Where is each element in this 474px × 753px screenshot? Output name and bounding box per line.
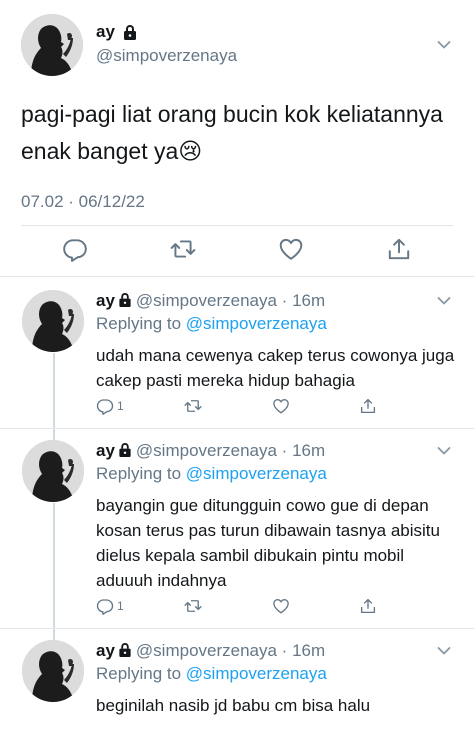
retweet-icon[interactable]	[184, 396, 202, 416]
avatar[interactable]	[22, 440, 84, 502]
display-name[interactable]: ay	[96, 641, 115, 660]
lock-icon	[118, 442, 132, 457]
reply-icon[interactable]	[62, 236, 88, 262]
chevron-down-icon[interactable]	[437, 40, 451, 50]
replying-to-handle[interactable]: @simpoverzenaya	[186, 314, 327, 333]
replying-to-label: Replying to	[96, 314, 182, 333]
replying-to-label: Replying to	[96, 464, 182, 483]
replying-to-handle[interactable]: @simpoverzenaya	[186, 664, 327, 683]
chevron-down-icon[interactable]	[437, 646, 451, 656]
handle-time[interactable]: @simpoverzenaya · 16m	[136, 641, 325, 660]
display-name[interactable]: ay	[96, 22, 115, 42]
like-icon[interactable]	[272, 396, 290, 416]
reply-icon	[96, 597, 114, 615]
username[interactable]: @simpoverzenaya	[96, 46, 237, 66]
avatar[interactable]	[22, 640, 84, 702]
reply-count: 1	[117, 399, 124, 413]
like-icon[interactable]	[272, 596, 290, 616]
divider	[0, 628, 474, 629]
tweet-text: beginilah nasib jd babu cm bisa halu	[96, 696, 371, 715]
tweet-text: udah mana cewenya cakep terus cowonya ju…	[96, 346, 455, 390]
reply-count: 1	[117, 599, 124, 613]
replying-to-handle[interactable]: @simpoverzenaya	[186, 464, 327, 483]
share-icon[interactable]	[359, 596, 377, 616]
display-name[interactable]: ay	[96, 291, 115, 310]
timestamp[interactable]: 07.02 · 06/12/22	[21, 192, 145, 212]
reply-icon	[96, 397, 114, 415]
thread-line	[53, 503, 55, 641]
retweet-icon[interactable]	[184, 596, 202, 616]
handle-time[interactable]: @simpoverzenaya · 16m	[136, 441, 325, 460]
share-icon[interactable]	[386, 236, 412, 262]
reply-button[interactable]: 1	[96, 596, 124, 616]
like-icon[interactable]	[278, 236, 304, 262]
tweet-text: bayangin gue ditungguin cowo gue di depa…	[96, 496, 440, 590]
chevron-down-icon[interactable]	[437, 296, 451, 306]
divider	[21, 225, 453, 226]
display-name[interactable]: ay	[96, 441, 115, 460]
lock-icon	[118, 642, 132, 657]
tweet-text: pagi-pagi liat orang bucin kok keliatann…	[21, 101, 443, 164]
reply-button[interactable]: 1	[96, 396, 124, 416]
retweet-icon[interactable]	[170, 236, 196, 262]
divider	[0, 276, 474, 277]
avatar[interactable]	[22, 290, 84, 352]
divider	[0, 428, 474, 429]
handle-time[interactable]: @simpoverzenaya · 16m	[136, 291, 325, 310]
thread-line	[53, 353, 55, 445]
chevron-down-icon[interactable]	[437, 446, 451, 456]
lock-icon	[118, 292, 132, 307]
lock-icon	[123, 24, 137, 40]
share-icon[interactable]	[359, 396, 377, 416]
avatar[interactable]	[21, 14, 83, 76]
replying-to-label: Replying to	[96, 664, 182, 683]
